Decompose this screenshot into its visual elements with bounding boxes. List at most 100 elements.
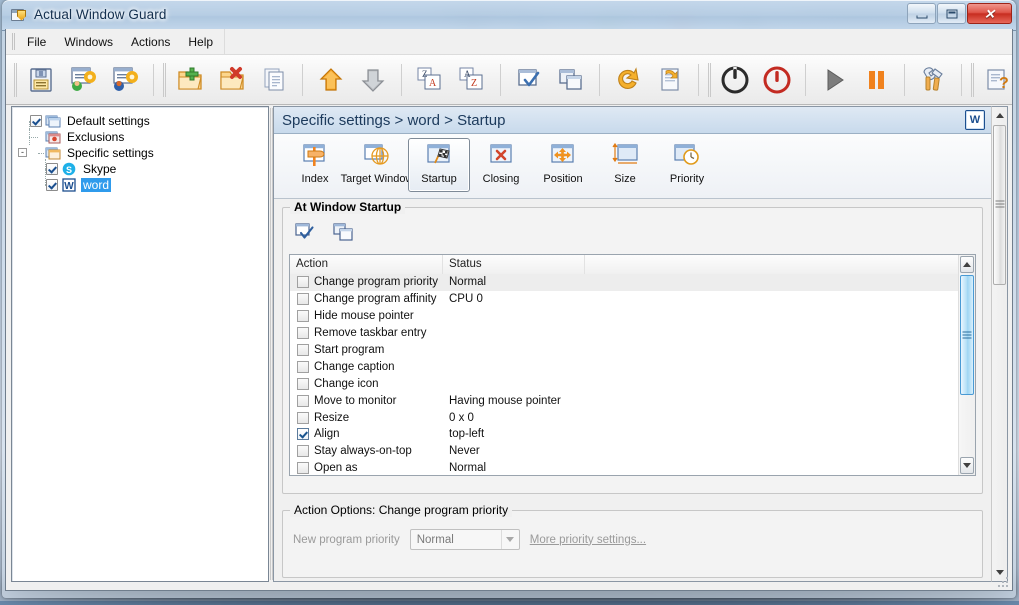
tree-item-word[interactable]: W word	[12, 177, 268, 193]
settings-tree-pane[interactable]: Default settings Exclusions -	[11, 106, 269, 582]
tab-closing[interactable]: Closing	[470, 138, 532, 192]
pane-scroll-up-button[interactable]	[992, 107, 1007, 124]
toolbar-grip[interactable]	[12, 61, 20, 99]
scrollbar-thumb[interactable]	[960, 275, 974, 395]
row-checkbox[interactable]	[297, 327, 309, 339]
menubar-filler	[224, 29, 1012, 54]
tree-checkbox-skype[interactable]	[46, 163, 58, 175]
table-row[interactable]: Hide mouse pointer	[290, 308, 958, 325]
row-checkbox[interactable]	[297, 395, 309, 407]
row-checkbox[interactable]	[297, 378, 309, 390]
pane-scrollbar-thumb[interactable]	[993, 125, 1006, 285]
tab-label: Priority	[670, 173, 704, 185]
menu-windows[interactable]: Windows	[55, 29, 122, 54]
menu-help[interactable]: Help	[179, 29, 222, 54]
scroll-down-button[interactable]	[960, 457, 974, 474]
table-row[interactable]: Move to monitor Having mouse pointer	[290, 392, 958, 409]
specific-settings-button[interactable]	[104, 59, 146, 101]
uncheck-all-actions-button[interactable]	[331, 220, 357, 244]
row-checkbox[interactable]	[297, 276, 309, 288]
select-value: Normal	[417, 534, 454, 546]
row-checkbox[interactable]	[297, 293, 309, 305]
toolbar-grip-4[interactable]	[969, 61, 977, 99]
run-button[interactable]	[813, 59, 855, 101]
column-header-status[interactable]: Status	[443, 255, 585, 274]
table-row[interactable]: Change icon	[290, 375, 958, 392]
chevron-down-icon[interactable]	[501, 530, 519, 549]
tools-button[interactable]	[912, 59, 954, 101]
scroll-up-button[interactable]	[960, 256, 974, 273]
column-header-empty[interactable]	[585, 255, 975, 274]
disable-button[interactable]	[756, 59, 798, 101]
menubar: File Windows Actions Help	[6, 29, 1012, 55]
apply-button[interactable]	[649, 59, 691, 101]
more-priority-settings-link[interactable]: More priority settings...	[530, 534, 646, 546]
copy-rule-button[interactable]	[253, 59, 295, 101]
tab-position[interactable]: Position	[532, 138, 594, 192]
undo-button[interactable]	[607, 59, 649, 101]
row-checkbox[interactable]	[297, 310, 309, 322]
add-rule-button[interactable]	[169, 59, 211, 101]
sort-ascending-button[interactable]: A Z	[451, 59, 493, 101]
close-button[interactable]: ✕	[967, 3, 1012, 24]
menu-actions[interactable]: Actions	[122, 29, 179, 54]
actions-list-scrollbar[interactable]	[958, 255, 975, 475]
table-row[interactable]: Remove taskbar entry	[290, 325, 958, 342]
table-row[interactable]: Change program affinity CPU 0	[290, 291, 958, 308]
row-checkbox[interactable]	[297, 462, 309, 474]
help-button[interactable]: ?	[977, 59, 1016, 101]
menu-file[interactable]: File	[18, 29, 55, 54]
sort-descending-button[interactable]: Z A	[409, 59, 451, 101]
table-row[interactable]: Start program	[290, 342, 958, 359]
actions-list-body[interactable]: Change program priority Normal Change pr…	[290, 274, 958, 475]
toolbar-grip-2[interactable]	[161, 61, 169, 99]
tree-checkbox-default-settings[interactable]	[30, 115, 42, 127]
tree-checkbox-word[interactable]	[46, 179, 58, 191]
check-all-actions-button[interactable]	[293, 220, 319, 244]
row-checkbox[interactable]	[297, 412, 309, 424]
settings-tabstrip[interactable]: Index Target Window Star	[274, 134, 991, 199]
check-all-button[interactable]	[508, 59, 550, 101]
table-row[interactable]: Stay always-on-top Never	[290, 443, 958, 460]
settings-tree[interactable]: Default settings Exclusions -	[12, 107, 268, 193]
move-up-button[interactable]	[310, 59, 352, 101]
menubar-grip[interactable]	[10, 32, 17, 51]
actions-list-header[interactable]: Action Status	[290, 255, 975, 275]
minimize-button[interactable]	[907, 3, 936, 24]
column-header-action[interactable]: Action	[290, 255, 443, 274]
pause-button[interactable]	[855, 59, 897, 101]
default-settings-button[interactable]	[62, 59, 104, 101]
enable-button[interactable]	[714, 59, 756, 101]
table-row[interactable]: Resize 0 x 0	[290, 409, 958, 426]
new-program-priority-select[interactable]: Normal	[410, 529, 520, 550]
tree-item-specific-settings[interactable]: - Specific settings	[12, 145, 268, 161]
tab-target-window[interactable]: Target Window	[346, 138, 408, 192]
actions-list[interactable]: Action Status Change program priority No…	[289, 254, 976, 476]
row-checkbox[interactable]	[297, 344, 309, 356]
table-row[interactable]: Change program priority Normal	[290, 274, 958, 291]
tab-size[interactable]: Size	[594, 138, 656, 192]
tab-priority[interactable]: Priority	[656, 138, 718, 192]
table-row[interactable]: Align top-left	[290, 426, 958, 443]
row-checkbox[interactable]	[297, 445, 309, 457]
tab-index[interactable]: Index	[284, 138, 346, 192]
row-checkbox[interactable]	[297, 361, 309, 373]
detail-pane-scrollbar[interactable]	[991, 106, 1008, 582]
toolbar-grip-3[interactable]	[706, 61, 714, 99]
uncheck-all-button[interactable]	[550, 59, 592, 101]
resize-grip[interactable]	[998, 577, 1009, 588]
tab-startup[interactable]: Startup	[408, 138, 470, 192]
tree-item-default-settings[interactable]: Default settings	[12, 113, 268, 129]
tree-item-exclusions[interactable]: Exclusions	[12, 129, 268, 145]
table-row[interactable]: Open as Normal	[290, 460, 958, 475]
save-button[interactable]	[20, 59, 62, 101]
maximize-button[interactable]	[937, 3, 966, 24]
table-row[interactable]: Change caption	[290, 358, 958, 375]
tree-item-skype[interactable]: S Skype	[12, 161, 268, 177]
tree-expander-specific-settings[interactable]: -	[18, 148, 27, 157]
move-down-button[interactable]	[352, 59, 394, 101]
delete-rule-button[interactable]	[211, 59, 253, 101]
titlebar[interactable]: Actual Window Guard ✕	[2, 0, 1016, 29]
window-controls[interactable]: ✕	[906, 3, 1012, 24]
row-checkbox[interactable]	[297, 428, 309, 440]
